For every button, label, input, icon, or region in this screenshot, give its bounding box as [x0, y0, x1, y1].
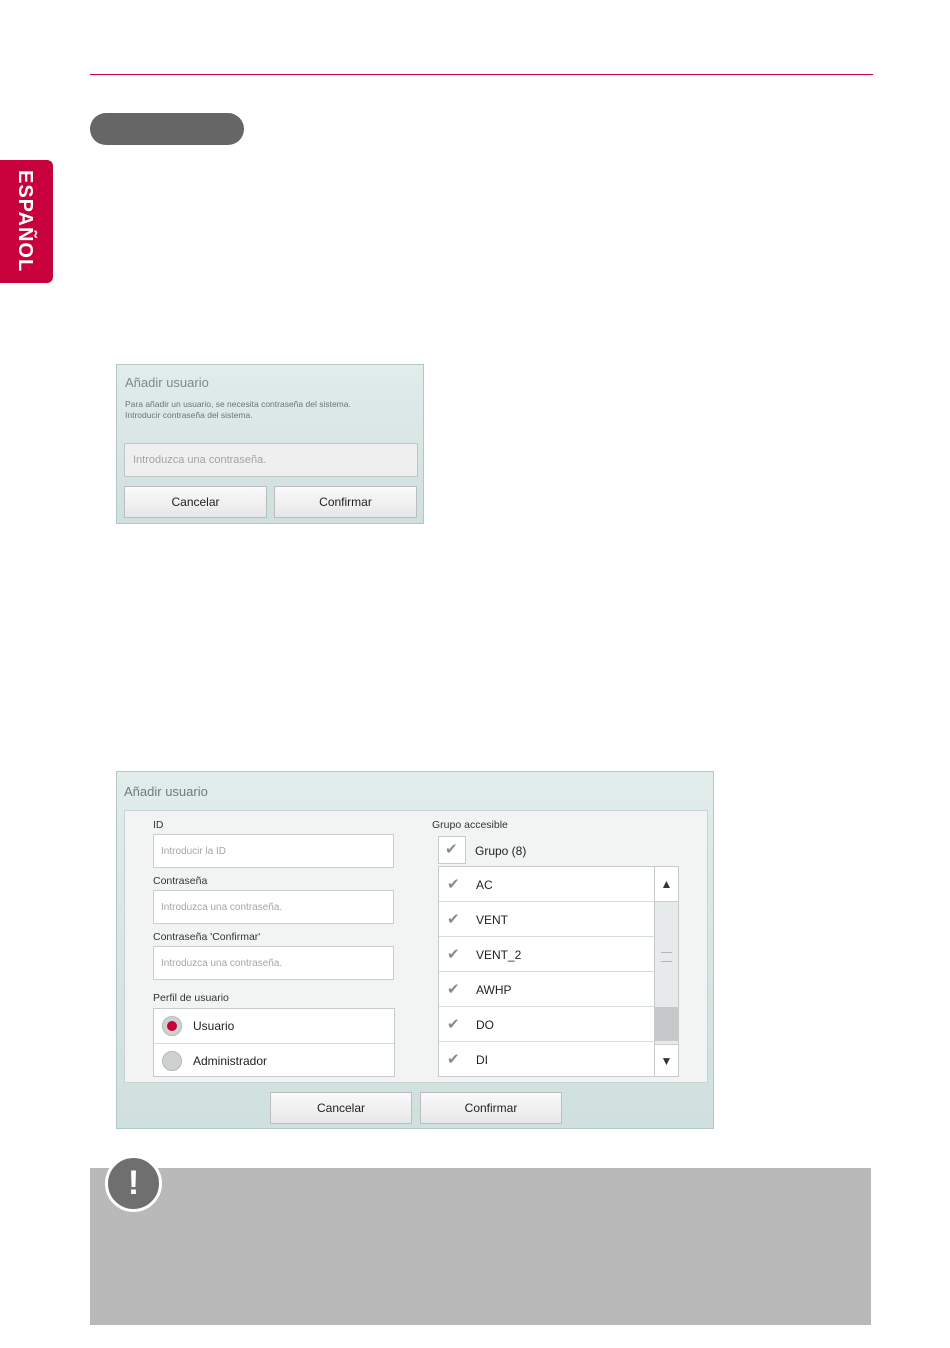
list-item[interactable]: ✔ VENT — [439, 902, 654, 937]
dialog-title: Añadir usuario — [124, 784, 208, 799]
checkmark-icon[interactable]: ✔ — [447, 910, 460, 928]
language-side-tab: ESPAÑOL — [0, 160, 53, 283]
password-label: Contraseña — [153, 875, 208, 887]
profile-option-label: Usuario — [193, 1019, 235, 1033]
checkmark-icon[interactable]: ✔ — [447, 1050, 460, 1068]
profile-option-user[interactable]: Usuario — [154, 1009, 394, 1043]
password-confirm-label: Contraseña 'Confirmar' — [153, 931, 261, 943]
password-input[interactable]: Introduzca una contraseña. — [153, 890, 394, 924]
scroll-down-icon[interactable]: ▼ — [655, 1044, 678, 1076]
dialog-description: Para añadir un usuario, se necesita cont… — [125, 399, 351, 421]
description-line: Introducir contraseña del sistema. — [125, 410, 253, 420]
group-name: AC — [476, 878, 493, 892]
dialog-title: Añadir usuario — [125, 375, 209, 390]
password-confirm-input[interactable]: Introduzca una contraseña. — [153, 946, 394, 980]
system-password-dialog: Añadir usuario Para añadir un usuario, s… — [116, 364, 424, 524]
profile-radio-group: Usuario Administrador — [153, 1008, 395, 1077]
id-input[interactable]: Introducir la ID — [153, 834, 394, 868]
group-name: DI — [476, 1053, 488, 1067]
radio-selected-icon[interactable] — [162, 1016, 182, 1036]
cancel-button[interactable]: Cancelar — [124, 486, 267, 518]
group-header: Grupo (8) — [475, 844, 527, 858]
list-item[interactable]: ✔ AWHP — [439, 972, 654, 1007]
profile-option-label: Administrador — [193, 1054, 268, 1068]
checkmark-icon[interactable]: ✔ — [447, 875, 460, 893]
list-item[interactable]: ✔ DO — [439, 1007, 654, 1042]
profile-option-admin[interactable]: Administrador — [154, 1043, 394, 1077]
id-label: ID — [153, 819, 164, 831]
scroll-up-icon[interactable]: ▲ — [655, 867, 678, 902]
radio-unselected-icon[interactable] — [162, 1051, 182, 1071]
group-label: Grupo accesible — [432, 819, 508, 831]
list-item[interactable]: ✔ DI — [439, 1042, 654, 1076]
group-name: DO — [476, 1018, 494, 1032]
group-name: VENT — [476, 913, 509, 927]
scroll-thumb[interactable] — [655, 1007, 678, 1041]
profile-label: Perfil de usuario — [153, 992, 229, 1004]
scrollbar[interactable]: ▲ ▼ — [654, 867, 678, 1076]
list-item[interactable]: ✔ VENT_2 — [439, 937, 654, 972]
checkmark-icon: ✔ — [445, 841, 458, 858]
language-label: ESPAÑOL — [14, 170, 36, 273]
note-box — [90, 1168, 871, 1325]
add-user-form: ID Introducir la ID Contraseña Introduzc… — [124, 810, 708, 1083]
group-list: ✔ AC ✔ VENT ✔ VENT_2 ✔ AWHP ✔ DO ✔ DI ▲ … — [438, 866, 679, 1077]
description-line: Para añadir un usuario, se necesita cont… — [125, 399, 351, 409]
cancel-button[interactable]: Cancelar — [270, 1092, 412, 1124]
checkmark-icon[interactable]: ✔ — [447, 1015, 460, 1033]
list-item[interactable]: ✔ AC — [439, 867, 654, 902]
group-name: VENT_2 — [476, 948, 522, 962]
checkmark-icon[interactable]: ✔ — [447, 945, 460, 963]
checkmark-icon[interactable]: ✔ — [447, 980, 460, 998]
confirm-button[interactable]: Confirmar — [420, 1092, 562, 1124]
group-name: AWHP — [476, 983, 512, 997]
add-user-dialog: Añadir usuario ID Introducir la ID Contr… — [116, 771, 714, 1129]
system-password-input[interactable]: Introduzca una contraseña. — [124, 443, 418, 477]
exclamation-icon: ! — [105, 1155, 162, 1212]
scroll-grip-icon — [661, 952, 672, 962]
section-title-pill — [90, 113, 244, 145]
header-rule — [90, 74, 873, 75]
confirm-button[interactable]: Confirmar — [274, 486, 417, 518]
select-all-checkbox[interactable]: ✔ — [438, 836, 466, 864]
